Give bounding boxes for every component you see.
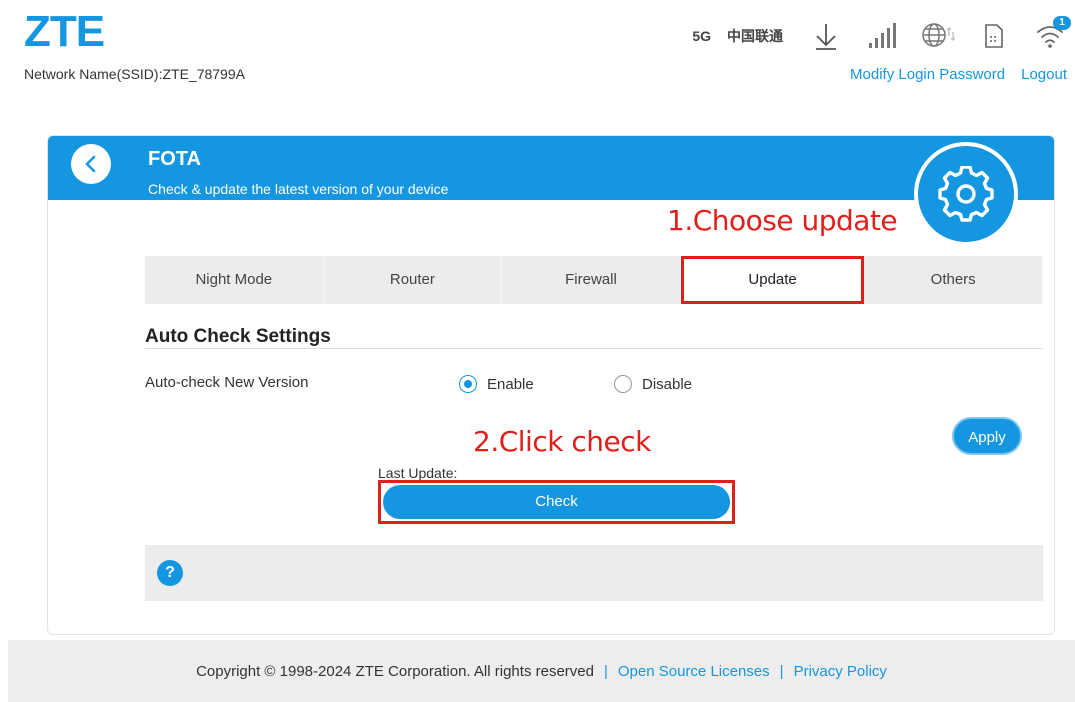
- disable-radio[interactable]: [614, 375, 632, 393]
- wifi-icon[interactable]: 1: [1033, 16, 1071, 52]
- logout-link[interactable]: Logout: [1021, 66, 1067, 83]
- top-links: Modify Login Password Logout: [850, 66, 1067, 83]
- page: ZTE Network Name(SSID):ZTE_78799A 5G 中国联…: [0, 0, 1075, 702]
- back-arrow-icon: [85, 155, 96, 173]
- globe-icon: [921, 20, 955, 52]
- help-icon[interactable]: ?: [157, 560, 183, 586]
- disable-label: Disable: [642, 375, 693, 393]
- wifi-badge: 1: [1053, 16, 1071, 30]
- gear-icon: [938, 166, 994, 222]
- section-divider: [145, 348, 1043, 349]
- auto-check-label: Auto-check New Version: [145, 374, 309, 391]
- privacy-link[interactable]: Privacy Policy: [794, 663, 887, 680]
- zte-logo: ZTE: [24, 7, 105, 56]
- fota-panel: FOTA Check & update the latest version o…: [47, 135, 1055, 635]
- check-highlight: Check: [378, 480, 735, 524]
- settings-badge: [914, 142, 1018, 246]
- page-title: FOTA: [148, 148, 201, 170]
- back-button[interactable]: [71, 144, 111, 184]
- annotation-step-1: 1.Choose update: [667, 204, 898, 237]
- last-update-label: Last Update:: [378, 465, 458, 481]
- status-bar: 5G 中国联通 1: [692, 16, 1071, 52]
- carrier-name: 中国联通: [727, 28, 783, 44]
- footer-separator: |: [603, 662, 608, 680]
- modify-password-link[interactable]: Modify Login Password: [850, 66, 1005, 83]
- annotation-step-2: 2.Click check: [473, 425, 651, 458]
- footer: Copyright © 1998-2024 ZTE Corporation. A…: [8, 640, 1075, 702]
- copyright-text: Copyright © 1998-2024 ZTE Corporation. A…: [196, 662, 594, 680]
- help-bar: ?: [145, 545, 1043, 601]
- network-type: 5G: [692, 28, 711, 44]
- enable-radio[interactable]: [459, 375, 477, 393]
- footer-separator: |: [779, 662, 784, 680]
- page-subtitle: Check & update the latest version of you…: [148, 181, 449, 197]
- signal-icon: [865, 20, 899, 52]
- disable-option[interactable]: Disable: [614, 375, 692, 393]
- tab-update[interactable]: Update: [680, 256, 865, 304]
- enable-label: Enable: [487, 375, 534, 393]
- apply-button[interactable]: Apply: [952, 417, 1022, 455]
- tab-bar: Night Mode Router Firewall Update Others: [145, 256, 1043, 304]
- tab-router[interactable]: Router: [324, 256, 503, 304]
- open-source-link[interactable]: Open Source Licenses: [618, 663, 770, 680]
- ssid-label: Network Name(SSID):ZTE_78799A: [24, 66, 245, 82]
- tab-night-mode[interactable]: Night Mode: [145, 256, 324, 304]
- fota-banner: FOTA Check & update the latest version o…: [48, 136, 1054, 200]
- tab-firewall[interactable]: Firewall: [502, 256, 681, 304]
- download-icon: [809, 20, 843, 52]
- enable-option[interactable]: Enable: [459, 375, 534, 393]
- tab-others[interactable]: Others: [864, 256, 1043, 304]
- section-title: Auto Check Settings: [145, 326, 331, 347]
- sim-icon: [977, 20, 1011, 52]
- check-button[interactable]: Check: [383, 485, 730, 519]
